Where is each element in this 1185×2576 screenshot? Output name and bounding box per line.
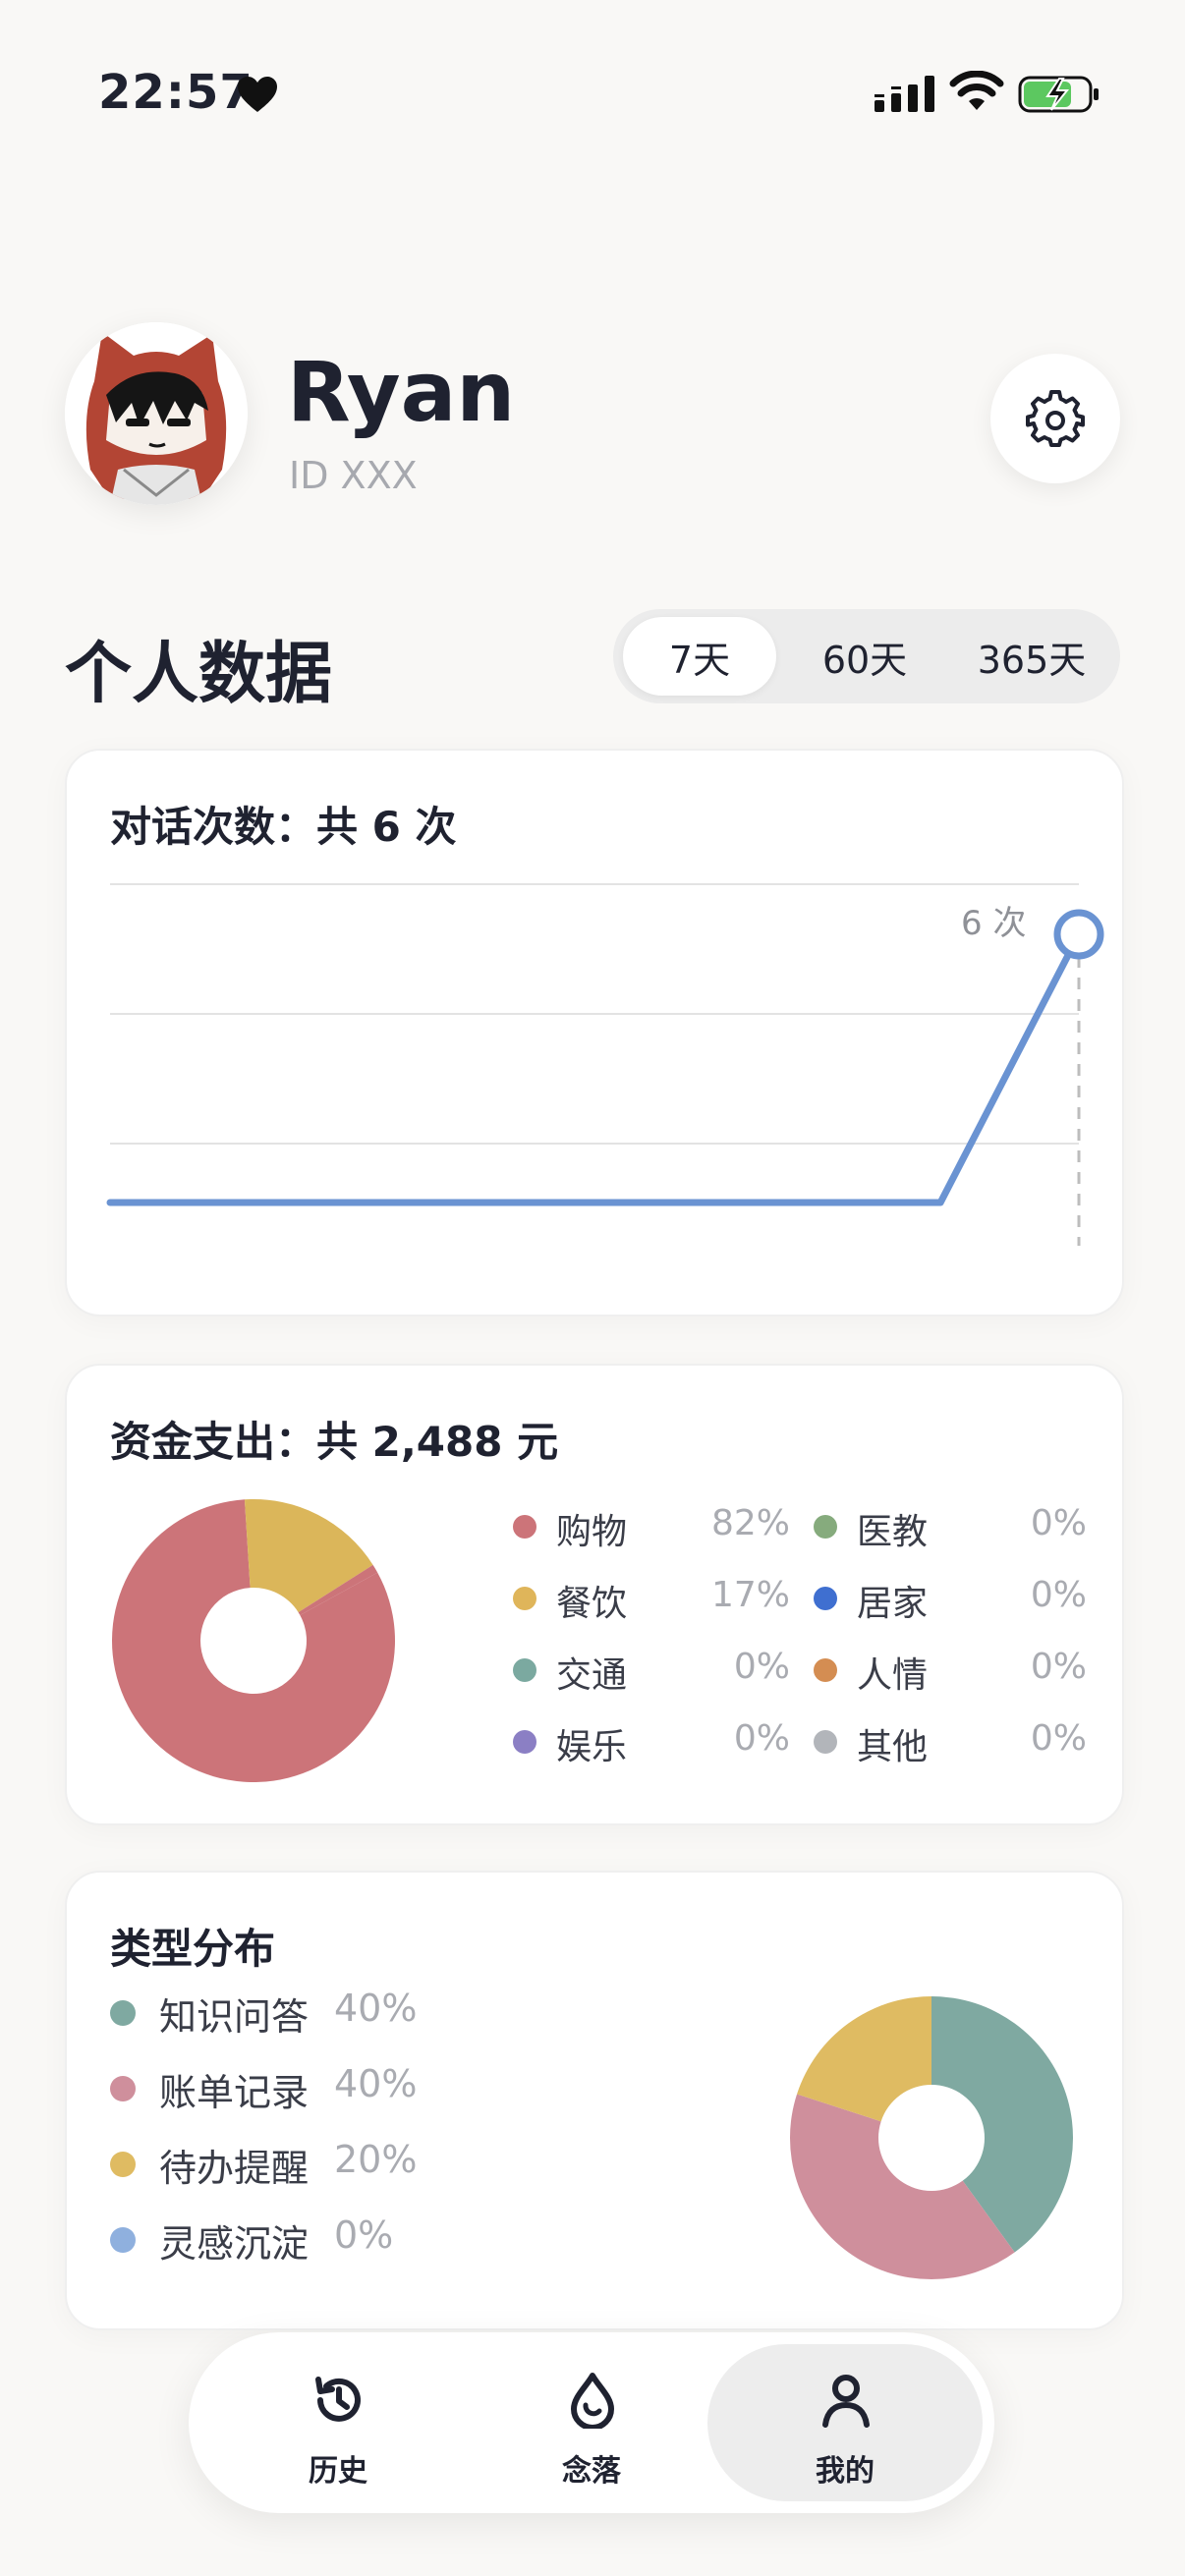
- avatar-illustration: [65, 322, 248, 505]
- battery-charging-icon: [1018, 76, 1099, 113]
- nav-nianluo-label: 念落: [562, 2454, 621, 2489]
- legend-label: 知识问答: [159, 1995, 310, 2039]
- type-donut-chart: [790, 1996, 1073, 2279]
- legend-value: 40%: [334, 2062, 418, 2105]
- spending-card: 资金支出：共 2,488 元 购物 82% 医教 0% 餐饮 17% 居家 0% 交通 0% 人情 0…: [65, 1364, 1124, 1825]
- spending-donut-chart: [112, 1499, 396, 1782]
- legend-value: 0%: [733, 1647, 790, 1687]
- username: Ryan: [287, 344, 516, 440]
- legend-dot: [513, 1515, 536, 1539]
- legend-label: 灵感沉淀: [159, 2222, 310, 2266]
- range-365-days-tab[interactable]: 365天: [951, 617, 1112, 696]
- avatar[interactable]: [65, 322, 248, 505]
- nav-mine[interactable]: 我的: [707, 2344, 983, 2501]
- legend-dot: [110, 2227, 136, 2253]
- user-id: ID XXX: [289, 454, 418, 497]
- conversation-count-card: 对话次数：共 6 次 6 次: [65, 749, 1124, 1316]
- legend-value: 0%: [1030, 1718, 1087, 1759]
- legend-label: 账单记录: [159, 2071, 310, 2114]
- history-icon: [315, 2377, 361, 2422]
- series-line: [106, 930, 1083, 1206]
- legend-value: 20%: [334, 2138, 418, 2181]
- legend-label: 人情: [857, 1655, 929, 1696]
- legend-dot: [110, 2076, 136, 2101]
- peak-point[interactable]: [1053, 909, 1104, 960]
- status-time: 22:57: [98, 65, 254, 120]
- legend-label: 娱乐: [556, 1727, 628, 1767]
- nav-mine-label: 我的: [816, 2454, 875, 2489]
- legend-dot: [814, 1658, 837, 1682]
- nav-history-label: 历史: [309, 2454, 367, 2489]
- legend-dot: [513, 1658, 536, 1682]
- peak-value-label: 6 次: [961, 904, 1027, 943]
- legend-value: 17%: [710, 1575, 790, 1615]
- wifi-icon: [949, 71, 1004, 110]
- section-title: 个人数据: [65, 636, 333, 713]
- heart-icon: [238, 77, 277, 112]
- type-distribution-title: 类型分布: [110, 1925, 276, 1973]
- legend-label: 居家: [857, 1584, 929, 1624]
- legend-value: 0%: [1030, 1503, 1087, 1543]
- signal-icon: [875, 76, 934, 112]
- range-segmented-control: 7天 60天 365天: [613, 609, 1120, 703]
- range-7-days-tab[interactable]: 7天: [623, 617, 776, 696]
- legend-dot: [513, 1730, 536, 1754]
- nav-history[interactable]: 历史: [200, 2344, 476, 2501]
- legend-value: 0%: [334, 2213, 394, 2257]
- legend-label: 其他: [857, 1727, 929, 1767]
- person-icon: [822, 2375, 870, 2428]
- legend-value: 0%: [1030, 1575, 1087, 1615]
- type-distribution-card: 类型分布 知识问答 40% 账单记录 40% 待办提醒 20% 灵感沉淀 0%: [65, 1871, 1124, 2330]
- gear-icon: [1026, 390, 1085, 447]
- legend-value: 0%: [1030, 1647, 1087, 1687]
- settings-button[interactable]: [990, 354, 1120, 483]
- spending-title: 资金支出：共 2,488 元: [110, 1418, 559, 1466]
- legend-label: 待办提醒: [159, 2147, 310, 2190]
- legend-dot: [110, 2000, 136, 2026]
- range-60-days-tab[interactable]: 60天: [786, 617, 943, 696]
- legend-label: 购物: [556, 1512, 628, 1552]
- legend-label: 餐饮: [556, 1584, 628, 1624]
- bottom-navigation: 历史 念落 我的: [189, 2332, 994, 2513]
- nav-nianluo[interactable]: 念落: [454, 2344, 729, 2501]
- legend-value: 40%: [334, 1987, 418, 2030]
- legend-dot: [814, 1587, 837, 1610]
- legend-label: 医教: [857, 1512, 929, 1552]
- legend-label: 交通: [556, 1655, 628, 1696]
- legend-value: 0%: [733, 1718, 790, 1759]
- legend-value: 82%: [710, 1503, 790, 1543]
- conversation-line-chart: [106, 883, 1104, 1246]
- legend-dot: [513, 1587, 536, 1610]
- legend-dot: [814, 1515, 837, 1539]
- legend-dot: [814, 1730, 837, 1754]
- legend-dot: [110, 2152, 136, 2177]
- drop-icon: [571, 2373, 614, 2429]
